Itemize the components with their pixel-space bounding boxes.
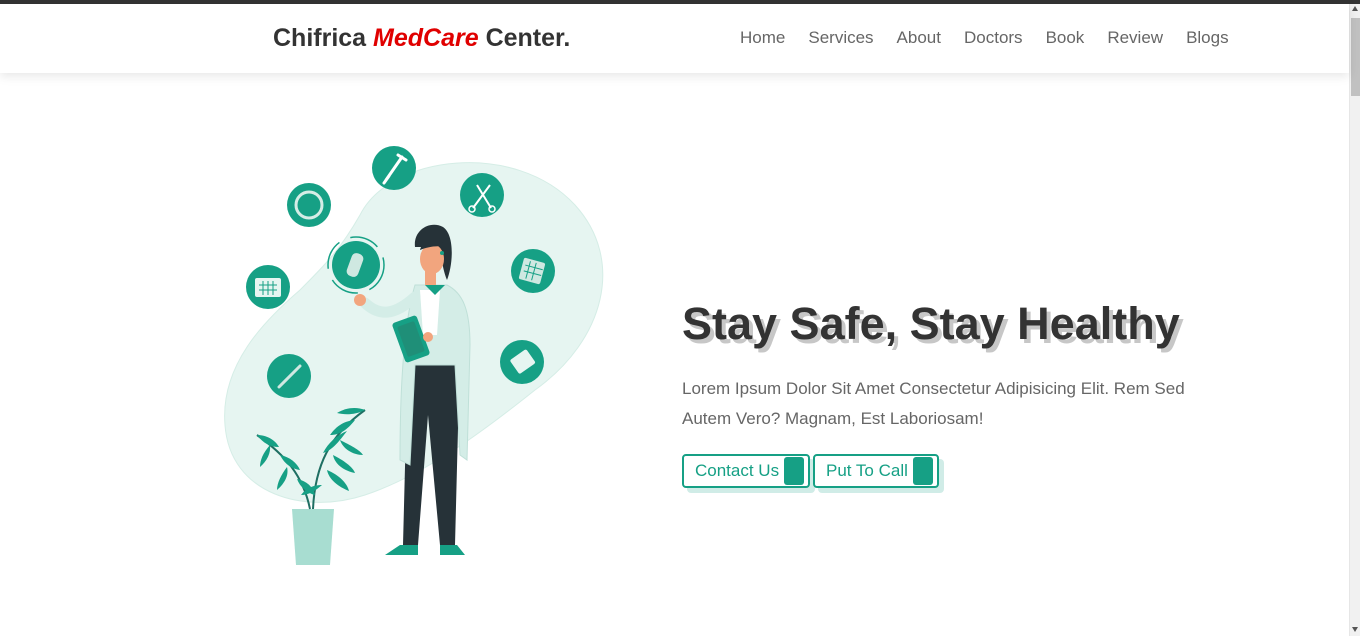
scroll-down-arrow-icon[interactable]: [1352, 627, 1358, 632]
pill-pack-icon: [511, 249, 555, 293]
scroll-up-arrow-icon[interactable]: [1352, 6, 1358, 11]
calendar-icon: [246, 265, 290, 309]
put-to-call-button[interactable]: Put To Call: [813, 454, 939, 488]
logo-part-1: Chifrica: [273, 24, 374, 52]
contact-us-button[interactable]: Contact Us: [682, 454, 810, 488]
scissors-icon: [460, 173, 504, 217]
site-header: Chifrica MedCare Center. Home Services A…: [0, 4, 1349, 73]
nav-home[interactable]: Home: [740, 28, 785, 48]
nav-book[interactable]: Book: [1046, 28, 1085, 48]
ring-icon: [287, 183, 331, 227]
thermometer-icon: [267, 354, 311, 398]
hero-illustration: [224, 146, 604, 565]
scroll-thumb[interactable]: [1351, 18, 1360, 96]
put-to-call-label: Put To Call: [826, 461, 908, 480]
logo-part-2: Center.: [478, 24, 571, 52]
hero-title: Stay Safe, Stay Healthy: [682, 298, 1180, 349]
put-to-call-chip-icon: [913, 457, 933, 485]
syringe-icon: [372, 146, 416, 190]
pill-blister-icon: [500, 340, 544, 384]
logo-accent: MedCare: [373, 24, 479, 52]
contact-us-label: Contact Us: [695, 461, 780, 480]
nav-blogs[interactable]: Blogs: [1186, 28, 1229, 48]
main-nav: Home Services About Doctors Book Review …: [740, 28, 1229, 48]
nav-about[interactable]: About: [897, 28, 941, 48]
logo[interactable]: Chifrica MedCare Center.: [273, 24, 570, 53]
nav-services[interactable]: Services: [808, 28, 873, 48]
hero-description: Lorem Ipsum Dolor Sit Amet Consectetur A…: [682, 379, 1185, 428]
contact-us-chip-icon: [784, 457, 804, 485]
nav-review[interactable]: Review: [1107, 28, 1163, 48]
nav-doctors[interactable]: Doctors: [964, 28, 1023, 48]
page-scrollbar[interactable]: [1349, 4, 1360, 636]
capsule-icon: [327, 236, 385, 294]
